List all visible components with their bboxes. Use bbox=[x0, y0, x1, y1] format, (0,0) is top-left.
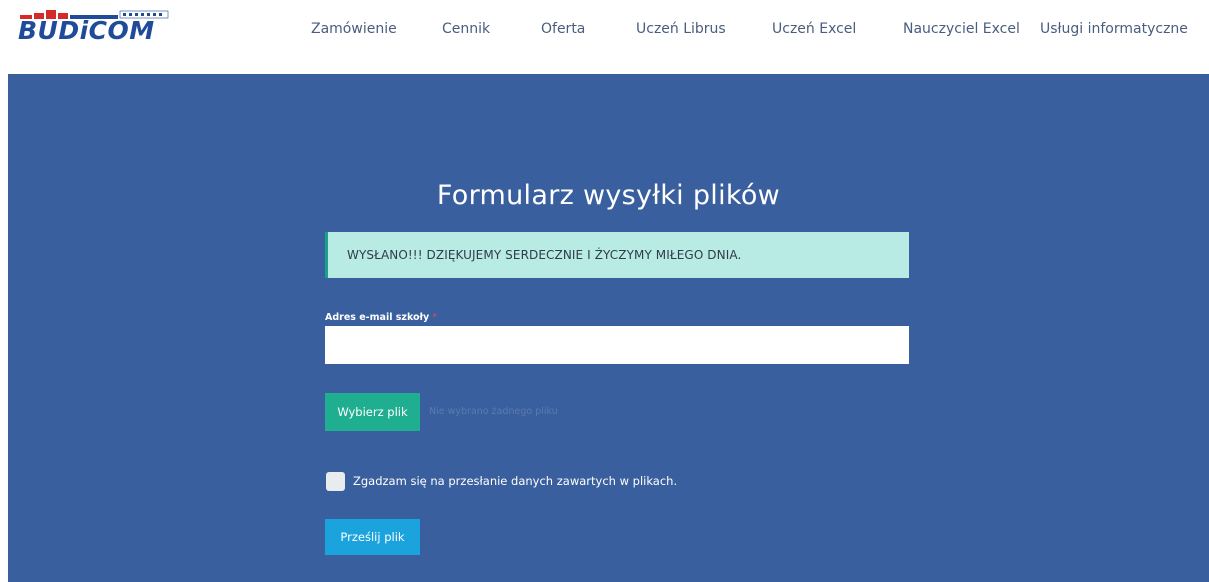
nav-item-uslugi-informatyczne[interactable]: Usługi informatyczne bbox=[1040, 20, 1188, 38]
nav-item-uczen-excel[interactable]: Uczeń Excel bbox=[772, 20, 856, 38]
consent-checkbox[interactable] bbox=[326, 472, 345, 491]
email-label-text: Adres e-mail szkoły bbox=[325, 312, 430, 323]
page-title: Formularz wysyłki plików bbox=[436, 180, 781, 211]
nav-item-cennik[interactable]: Cennik bbox=[442, 20, 490, 38]
success-alert: WYSŁANO!!! DZIĘKUJEMY SERDECZNIE I ŻYCZY… bbox=[325, 232, 909, 278]
email-label: Adres e-mail szkoły * bbox=[325, 312, 437, 324]
consent-label[interactable]: Zgadzam się na przesłanie danych zawarty… bbox=[353, 474, 677, 488]
submit-button[interactable]: Prześlij plik bbox=[325, 519, 420, 555]
file-status-text: Nie wybrano żadnego pliku bbox=[429, 406, 558, 417]
choose-file-button[interactable]: Wybierz plik bbox=[325, 393, 420, 431]
nav-item-oferta[interactable]: Oferta bbox=[541, 20, 585, 38]
site-header: BUDiCOM Zamówienie Cennik Oferta Uczeń L… bbox=[0, 0, 1209, 64]
upload-form-section: Formularz wysyłki plików WYSŁANO!!! DZIĘ… bbox=[8, 74, 1209, 582]
nav-item-uczen-librus[interactable]: Uczeń Librus bbox=[636, 20, 726, 38]
main-nav: Zamówienie Cennik Oferta Uczeń Librus Uc… bbox=[0, 0, 1209, 64]
nav-item-nauczyciel-excel[interactable]: Nauczyciel Excel bbox=[903, 20, 1020, 38]
email-input[interactable] bbox=[325, 326, 909, 364]
nav-item-zamowienie[interactable]: Zamówienie bbox=[311, 20, 397, 38]
required-mark: * bbox=[432, 312, 437, 323]
